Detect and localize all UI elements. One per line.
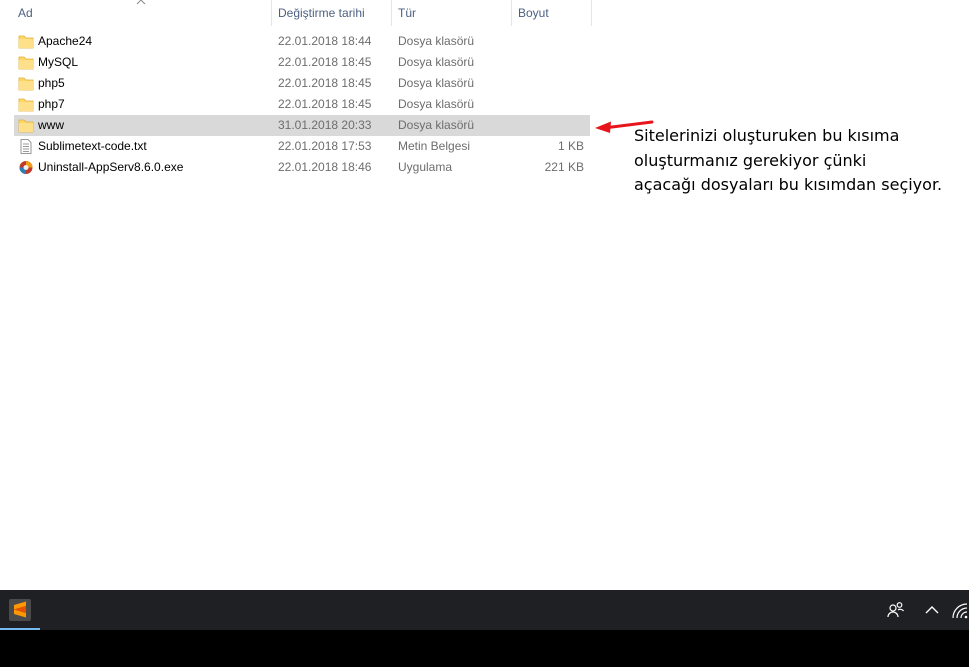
file-name: MySQL: [38, 55, 79, 69]
column-type[interactable]: Tür: [392, 0, 510, 26]
file-row[interactable]: MySQL 22.01.2018 18:45 Dosya klasörü: [14, 52, 590, 73]
file-row[interactable]: Sublimetext-code.txt 22.01.2018 17:53 Me…: [14, 136, 590, 157]
file-modified: 22.01.2018 18:45: [278, 55, 372, 69]
file-list: Apache24 22.01.2018 18:44 Dosya klasörü …: [14, 31, 590, 178]
folder-icon: [18, 56, 34, 70]
file-row[interactable]: php7 22.01.2018 18:45 Dosya klasörü: [14, 94, 590, 115]
file-row[interactable]: php5 22.01.2018 18:45 Dosya klasörü: [14, 73, 590, 94]
file-name: php7: [38, 97, 65, 111]
column-divider[interactable]: [591, 0, 592, 26]
file-type: Dosya klasörü: [398, 55, 475, 69]
file-type: Dosya klasörü: [398, 76, 475, 90]
file-explorer: Ad Değiştirme tarihi Tür Boyut Apache24 …: [0, 0, 969, 590]
file-type: Uygulama: [398, 160, 453, 174]
wifi-icon[interactable]: [949, 600, 969, 620]
file-type: Dosya klasörü: [398, 34, 475, 48]
file-modified: 22.01.2018 18:46: [278, 160, 372, 174]
chevron-up-icon[interactable]: [922, 600, 942, 620]
file-type: Dosya klasörü: [398, 118, 475, 132]
column-name[interactable]: Ad: [12, 0, 270, 26]
file-type: Metin Belgesi: [398, 139, 471, 153]
file-modified: 22.01.2018 18:44: [278, 34, 372, 48]
file-row-selected[interactable]: www 31.01.2018 20:33 Dosya klasörü: [14, 115, 590, 136]
taskbar: [0, 590, 969, 630]
file-row[interactable]: Uninstall-AppServ8.6.0.exe 22.01.2018 18…: [14, 157, 590, 178]
file-modified: 22.01.2018 17:53: [278, 139, 372, 153]
file-name: php5: [38, 76, 65, 90]
annotation-line: açacağı dosyaları bu kısımdan seçiyor.: [634, 175, 943, 194]
taskbar-app-sublime[interactable]: [0, 590, 40, 630]
column-header: Ad Değiştirme tarihi Tür Boyut: [0, 0, 592, 26]
sublime-text-icon: [9, 599, 31, 621]
file-name: Apache24: [38, 34, 93, 48]
annotation-note: Sitelerinizi oluşturuken bu kısıma oluşt…: [634, 124, 964, 198]
file-name: Sublimetext-code.txt: [38, 139, 147, 153]
file-name: Uninstall-AppServ8.6.0.exe: [38, 160, 184, 174]
file-size: 1 KB: [557, 139, 584, 153]
annotation-line: Sitelerinizi oluşturuken bu kısıma: [634, 126, 900, 145]
file-name: www: [38, 118, 64, 132]
screen-bottom-bar: [0, 630, 969, 667]
folder-icon: [18, 35, 34, 49]
file-modified: 31.01.2018 20:33: [278, 118, 372, 132]
column-size[interactable]: Boyut: [512, 0, 590, 26]
people-icon[interactable]: [886, 600, 906, 620]
file-modified: 22.01.2018 18:45: [278, 97, 372, 111]
column-modified[interactable]: Değiştirme tarihi: [272, 0, 390, 26]
folder-icon: [18, 77, 34, 91]
text-file-icon: [20, 139, 32, 154]
folder-icon: [18, 119, 34, 133]
file-modified: 22.01.2018 18:45: [278, 76, 372, 90]
file-row[interactable]: Apache24 22.01.2018 18:44 Dosya klasörü: [14, 31, 590, 52]
folder-icon: [18, 98, 34, 112]
annotation-line: oluşturmanız gerekiyor çünki: [634, 150, 867, 170]
app-exe-icon: [19, 161, 33, 174]
file-size: 221 KB: [544, 160, 584, 174]
file-type: Dosya klasörü: [398, 97, 475, 111]
